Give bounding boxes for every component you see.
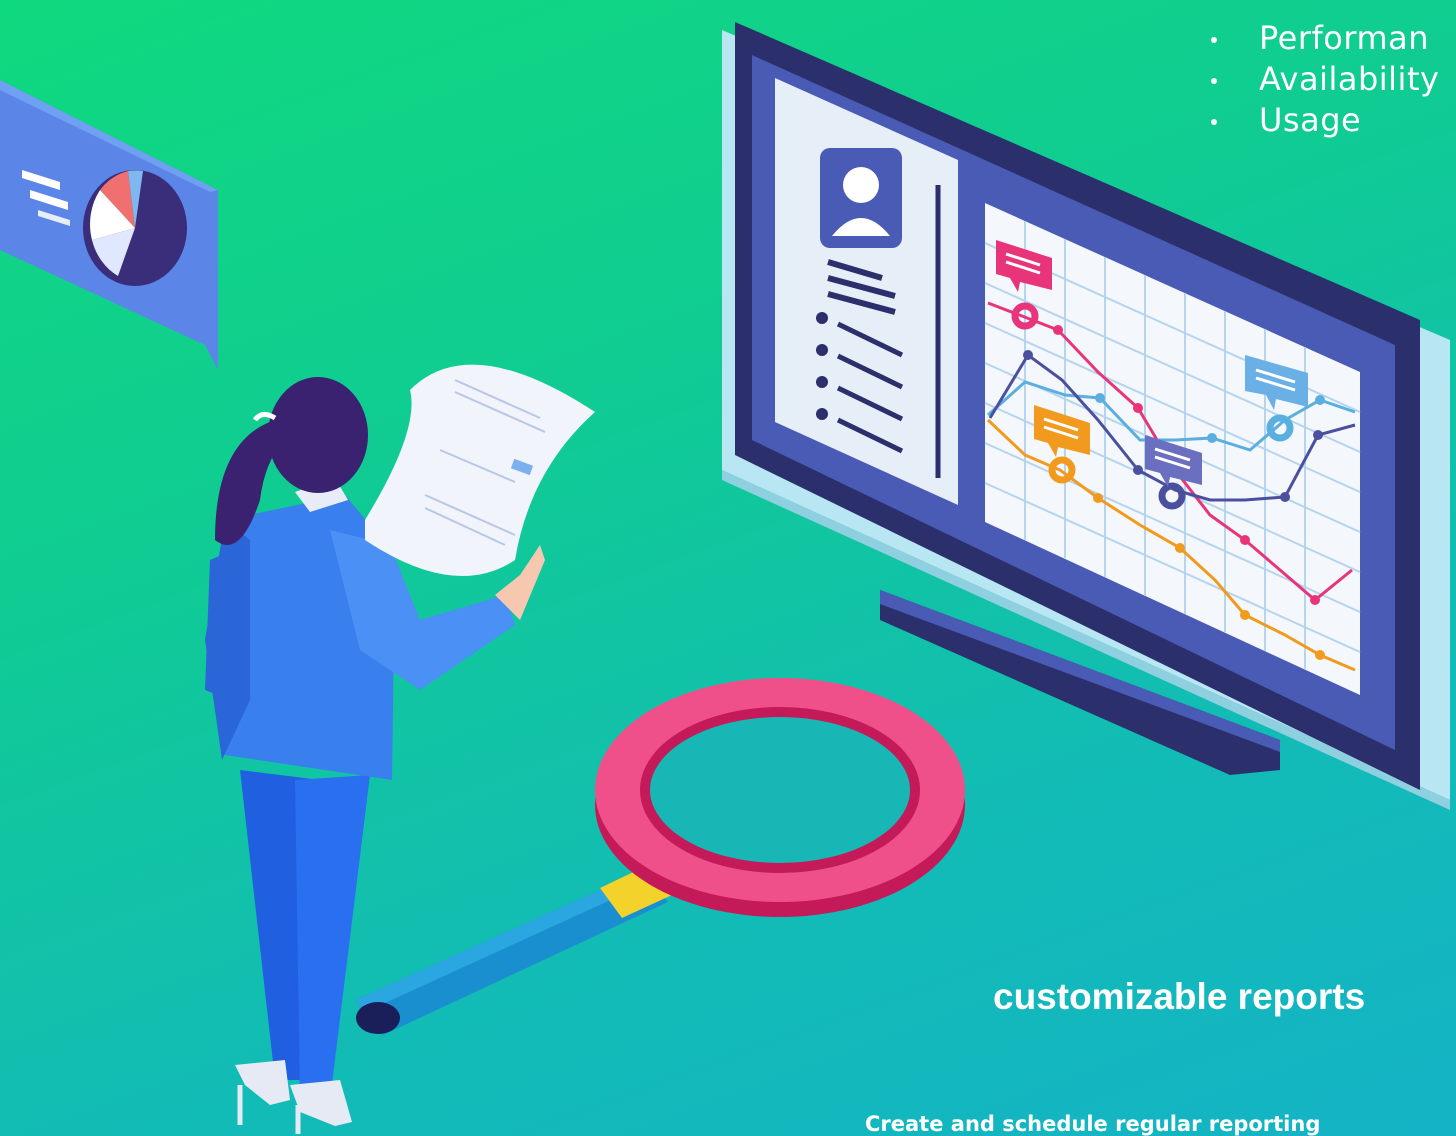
analytics-illustration (0, 22, 1450, 1134)
feature-list: Performan Availability Usage (1205, 18, 1439, 141)
subheadline: Create and schedule regular reporting (865, 1112, 1321, 1136)
feature-list-item: Availability (1205, 59, 1439, 100)
paper-document (365, 364, 595, 576)
magnifier-icon (355, 678, 965, 1035)
headline: customizable reports (993, 976, 1366, 1017)
user-avatar-icon (820, 148, 902, 248)
feature-list-item: Performan (1205, 18, 1439, 59)
feature-list-item: Usage (1205, 100, 1439, 141)
pie-chart-icon (83, 170, 187, 286)
chart-speech-bubble (0, 80, 218, 370)
